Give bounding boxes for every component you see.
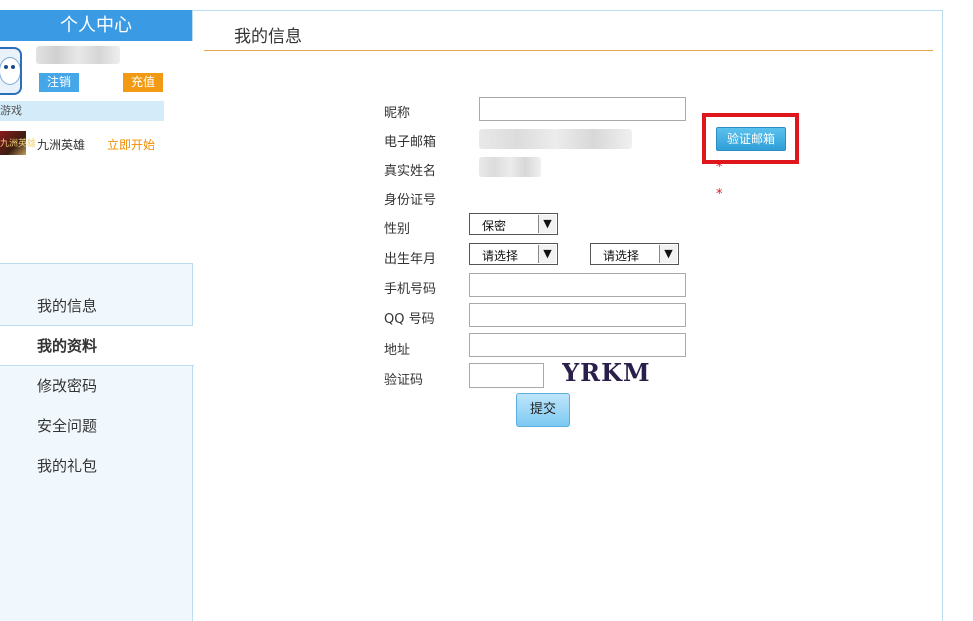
birth-year-select-value: 请选择	[482, 249, 519, 263]
phone-label: 手机号码	[384, 282, 437, 297]
page-title: 我的信息	[234, 27, 302, 47]
address-label: 地址	[384, 343, 411, 358]
logout-button[interactable]: 注销	[39, 73, 79, 92]
captcha-image[interactable]: YRKM	[562, 360, 659, 386]
avatar-face-icon	[0, 57, 20, 85]
captcha-input[interactable]	[469, 363, 544, 388]
game-thumbnail-text: 九洲英雄	[0, 139, 37, 149]
realname-value-redacted	[479, 157, 541, 177]
title-divider	[204, 50, 933, 51]
nickname-input[interactable]	[479, 97, 686, 121]
phone-input[interactable]	[469, 273, 686, 297]
avatar[interactable]	[0, 47, 22, 95]
qq-label: QQ 号码	[384, 312, 435, 327]
address-input[interactable]	[469, 333, 686, 357]
realname-required-mark: *	[716, 160, 723, 175]
sidebar-item-my-info[interactable]: 我的信息	[0, 286, 193, 326]
sidebar-item-change-password[interactable]: 修改密码	[0, 366, 193, 406]
gender-select-value: 保密	[482, 219, 507, 233]
gender-label: 性别	[384, 222, 411, 237]
game-name: 九洲英雄	[37, 138, 86, 152]
submit-button[interactable]: 提交	[516, 393, 570, 427]
birth-month-select-value: 请选择	[603, 249, 640, 263]
idcard-required-mark: *	[716, 187, 723, 202]
recharge-button[interactable]: 充值	[123, 73, 163, 92]
realname-label: 真实姓名	[384, 164, 437, 179]
verify-email-button[interactable]: 验证邮箱	[716, 127, 786, 151]
email-label: 电子邮箱	[384, 135, 437, 150]
game-thumbnail[interactable]: 九洲英雄	[0, 131, 36, 155]
chevron-down-icon: ▼	[538, 215, 556, 233]
sidebar-item-security-question[interactable]: 安全问题	[0, 406, 193, 446]
games-section-label: 游戏	[0, 104, 22, 117]
games-section-bar: 游戏	[0, 101, 164, 121]
idcard-label: 身份证号	[384, 193, 437, 208]
user-card: 注销 充值 游戏 九洲英雄 九洲英雄 立即开始	[0, 41, 193, 264]
birth-label: 出生年月	[384, 252, 437, 267]
sidebar-menu: 我的信息 我的资料 修改密码 安全问题 我的礼包	[0, 286, 194, 486]
game-start-link[interactable]: 立即开始	[107, 136, 155, 153]
sidebar-header: 个人中心	[0, 10, 192, 41]
birth-month-select[interactable]: 请选择 ▼	[590, 243, 679, 265]
birth-year-select[interactable]: 请选择 ▼	[469, 243, 558, 265]
nickname-label: 昵称	[384, 106, 411, 121]
sidebar-item-my-profile[interactable]: 我的资料	[0, 326, 194, 366]
sidebar-item-my-gifts[interactable]: 我的礼包	[0, 446, 193, 486]
email-value-redacted	[479, 129, 632, 149]
captcha-label: 验证码	[384, 373, 424, 388]
sidebar: 个人中心 注销 充值 游戏 九洲英雄 九洲英雄 立即开始 我的信息 我的资料 修…	[0, 10, 194, 621]
qq-input[interactable]	[469, 303, 686, 327]
chevron-down-icon: ▼	[659, 245, 677, 263]
username-redacted	[36, 46, 120, 64]
gender-select[interactable]: 保密 ▼	[469, 213, 558, 235]
chevron-down-icon: ▼	[538, 245, 556, 263]
